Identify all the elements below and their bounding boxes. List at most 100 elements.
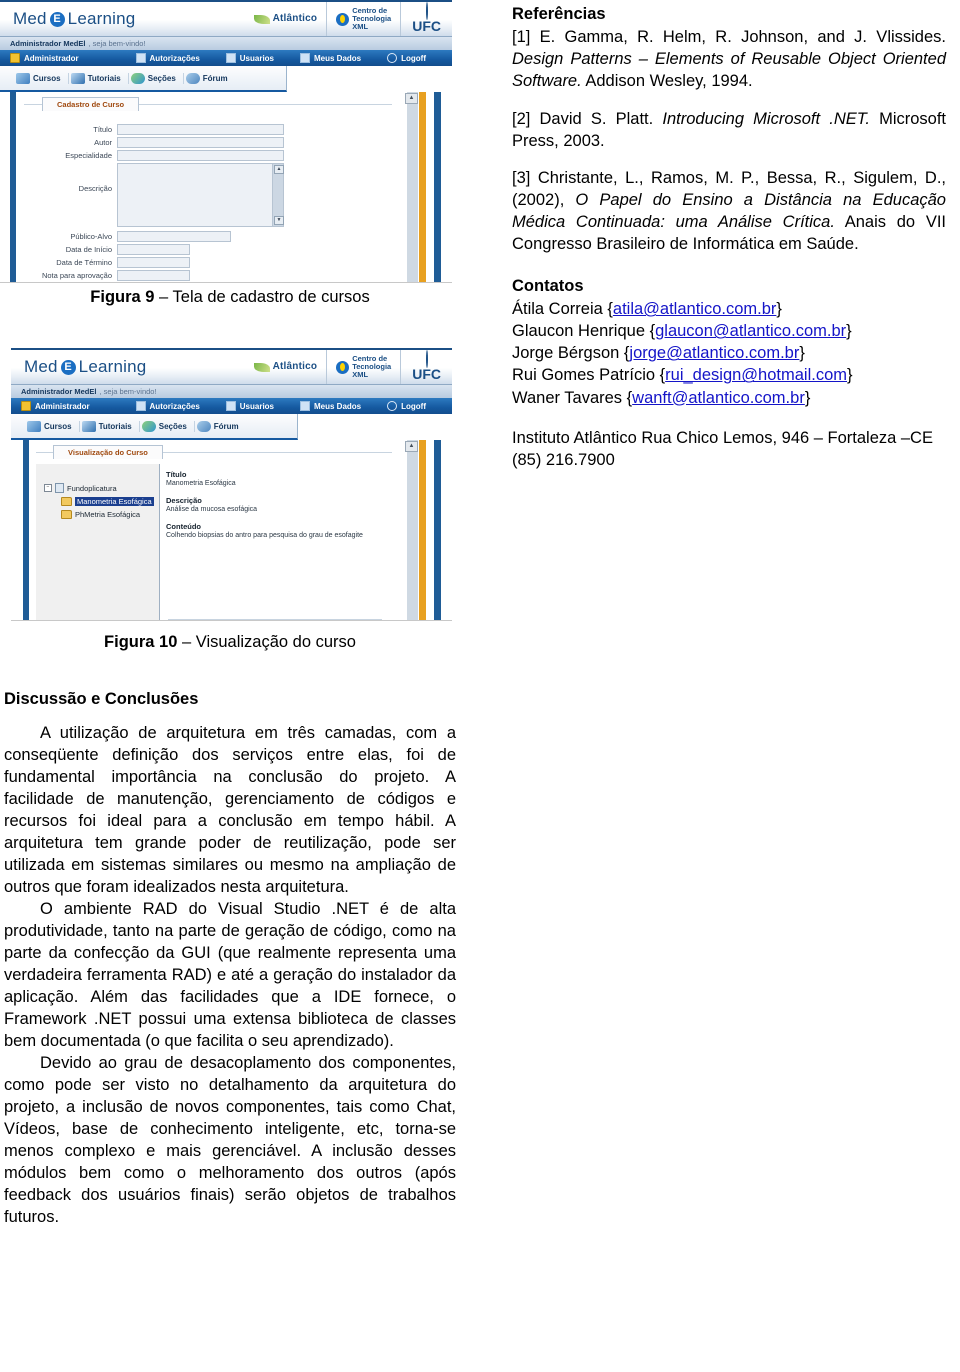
app-nav-bar-2: Administrador Autorizações Usuarios Meus…	[11, 398, 452, 414]
logo-learning-text-2: Learning	[78, 357, 147, 376]
descricao-scroll-down-icon[interactable]: ▼	[274, 216, 284, 225]
nav-label-administrador: Administrador	[24, 53, 79, 63]
nav-label-logoff: Logoff	[401, 53, 426, 63]
power-icon	[387, 53, 398, 63]
figure-10-caption-text: – Visualização do curso	[177, 633, 356, 651]
logo-med-text-2: Med	[24, 357, 58, 376]
app-tab-bar-2: Cursos Tutoriais Seções Fórum	[11, 414, 298, 440]
tab-label-secoes-2: Seções	[158, 421, 187, 431]
nav-item-logoff[interactable]: Logoff	[387, 53, 426, 63]
tree-item-manometria[interactable]: Manometria Esofágica	[61, 497, 160, 506]
welcome-bar: Administrador MedEl , seja bem-vindo!	[0, 36, 452, 50]
contacts-heading: Contatos	[512, 277, 584, 296]
nota-aprovacao-input[interactable]	[117, 270, 190, 281]
contact-email-rui[interactable]: rui_design@hotmail.com	[665, 366, 847, 384]
tree-item-phmetria[interactable]: PhMetria Esofágica	[61, 510, 160, 519]
brand-ctx-lines: Centro de Tecnologia XML	[352, 7, 391, 31]
titulo-input[interactable]	[117, 124, 284, 135]
contact-email-waner[interactable]: wanft@atlantico.com.br	[632, 389, 805, 407]
welcome-user-2: Administrador MedEl	[21, 387, 97, 396]
figure-9-screenshot: Med E Learning Atlântico Centro de Tecno…	[0, 0, 452, 283]
forum-icon-2	[196, 420, 211, 432]
tab-label-cursos-2: Cursos	[44, 421, 72, 431]
especialidade-input[interactable]	[117, 150, 284, 161]
app-tab-bar: Cursos Tutoriais Seções Fórum	[0, 66, 287, 92]
tab-secoes[interactable]: Seções	[129, 72, 184, 84]
tab-forum[interactable]: Fórum	[184, 72, 235, 84]
brace-close-1: }	[846, 322, 852, 341]
data-termino-input[interactable]	[117, 257, 190, 268]
figure-10-caption-number: Figura 10	[104, 633, 178, 651]
tree-expand-icon[interactable]: −	[44, 484, 52, 492]
descricao-scroll-up-icon[interactable]: ▲	[274, 165, 284, 174]
nav-label-usuarios-2: Usuarios	[239, 401, 274, 411]
data-inicio-input[interactable]	[117, 244, 190, 255]
descricao-textarea[interactable]: ▲ ▼	[117, 163, 284, 227]
nav-item-logoff-2[interactable]: Logoff	[387, 401, 426, 411]
contact-name-jorge: Jorge Bérgson	[512, 344, 624, 363]
tab-cursos-2[interactable]: Cursos	[25, 420, 80, 432]
tab-tutoriais-2[interactable]: Tutoriais	[80, 420, 140, 432]
figure-9-caption: Figura 9 – Tela de cadastro de cursos	[0, 288, 460, 307]
tab-secoes-2[interactable]: Seções	[140, 420, 195, 432]
right-column: Referências [1] E. Gamma, R. Helm, R. Jo…	[512, 4, 946, 471]
tree-label-manometria: Manometria Esofágica	[75, 497, 154, 506]
header-brands-2: Atlântico Centro de Tecnologia XML UFC	[245, 350, 452, 384]
publico-alvo-input[interactable]	[117, 231, 231, 242]
discussion-paragraph-1: A utilização de arquitetura em três cama…	[4, 724, 456, 897]
contact-name-waner: Waner Tavares	[512, 388, 627, 407]
nav-label-autorizacoes: Autorizações	[149, 53, 200, 63]
app-nav-bar: Administrador Autorizações Usuarios Meus…	[0, 50, 452, 66]
references-heading: Referências	[512, 5, 606, 23]
contact-name-atila: Átila Correia	[512, 300, 608, 319]
nav-item-usuarios[interactable]: Usuarios	[225, 53, 274, 63]
nav-item-autorizacoes-2[interactable]: Autorizações	[135, 401, 200, 411]
welcome-text-2: , seja bem-vindo!	[99, 387, 157, 396]
detail-head-descricao: Descrição	[166, 496, 202, 505]
card-icon	[300, 53, 310, 63]
descricao-scrollbar[interactable]: ▲ ▼	[272, 164, 284, 226]
ufc-label-wrap-2: UFC	[412, 350, 441, 382]
contact-name-rui: Rui Gomes Patrício	[512, 366, 660, 385]
tab-label-forum-2: Fórum	[213, 421, 239, 431]
figure-10-screenshot: Med E Learning Atlântico Centro de Tecno…	[11, 348, 452, 621]
ufc-label-2: UFC	[412, 366, 441, 382]
nav-item-usuarios-2[interactable]: Usuarios	[225, 401, 274, 411]
nav-item-meus-dados-2[interactable]: Meus Dados	[300, 401, 361, 411]
discussion-section: Discussão e Conclusões A utilização de a…	[4, 688, 456, 1228]
field-label-especialidade: Especialidade	[65, 151, 112, 160]
tab-forum-2[interactable]: Fórum	[195, 420, 246, 432]
welcome-bar-2: Administrador MedEl , seja bem-vindo!	[11, 384, 452, 398]
tree-item-fundoplicatura[interactable]: − Fundoplicatura	[44, 483, 160, 493]
document-icon	[55, 483, 64, 493]
ctx-logo-icon	[336, 12, 350, 26]
nav-item-meus-dados[interactable]: Meus Dados	[300, 53, 361, 63]
scroll-up-button-2[interactable]: ▲	[405, 441, 418, 452]
contact-email-glaucon[interactable]: glaucon@atlantico.com.br	[655, 322, 846, 340]
reference-item-3: [3] Christante, L., Ramos, M. P., Bessa,…	[512, 168, 946, 256]
nav-item-administrador-2[interactable]: Administrador	[21, 401, 90, 411]
scroll-up-button[interactable]: ▲	[405, 93, 418, 104]
tab-tutoriais[interactable]: Tutoriais	[69, 72, 129, 84]
detail-text-conteudo: Colhendo biopsias do antro para pesquisa…	[166, 532, 363, 539]
right-rail	[434, 92, 441, 282]
nav-label-logoff-2: Logoff	[401, 401, 426, 411]
contact-line-jorge: Jorge Bérgson {jorge@atlantico.com.br}	[512, 342, 946, 364]
nav-item-autorizacoes[interactable]: Autorizações	[135, 53, 200, 63]
app-logo-2: Med E Learning	[24, 357, 146, 377]
forum-icon	[185, 72, 200, 84]
tab-label-forum: Fórum	[202, 73, 228, 83]
page-scrollbar-2[interactable]	[407, 440, 418, 620]
course-detail-pane: Título Manometria Esofágica Descrição An…	[159, 464, 390, 620]
autor-input[interactable]	[117, 137, 284, 148]
contact-email-jorge[interactable]: jorge@atlantico.com.br	[629, 344, 799, 362]
field-label-descricao: Descrição	[78, 184, 112, 193]
left-rail-2	[23, 440, 29, 620]
nav-item-administrador[interactable]: Administrador	[10, 53, 79, 63]
tab-cursos[interactable]: Cursos	[14, 72, 69, 84]
contact-email-atila[interactable]: atila@atlantico.com.br	[613, 300, 777, 318]
reference-2-authors: [2] David S. Platt.	[512, 109, 663, 128]
brace-close-4: }	[804, 388, 811, 407]
field-label-nota-aprovacao: Nota para aprovação	[41, 271, 112, 280]
page-scrollbar[interactable]	[407, 92, 418, 282]
